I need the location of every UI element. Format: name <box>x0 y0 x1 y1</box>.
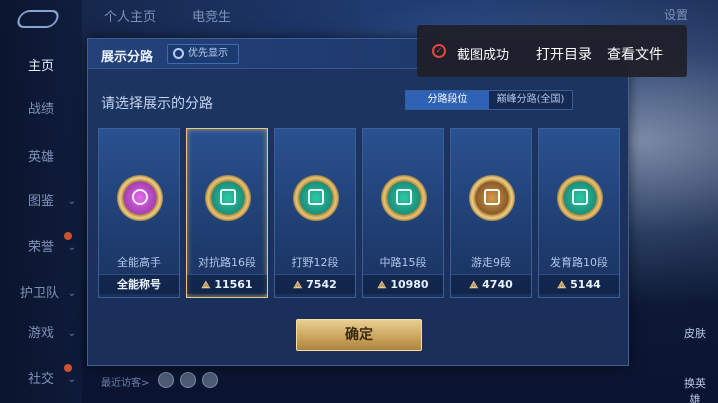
chevron-down-icon: ⌄ <box>67 196 76 207</box>
avatar[interactable] <box>202 372 218 388</box>
rank-badge-icon <box>557 175 603 221</box>
emblem-glyph <box>572 189 588 205</box>
nav-label: 战绩 <box>28 102 55 117</box>
avatar[interactable] <box>180 372 196 388</box>
score-value: 4740 <box>482 278 513 291</box>
card-score: ⟁ 5144 <box>539 274 619 294</box>
chevron-down-icon: ⌄ <box>67 328 76 339</box>
nav-item-collection[interactable]: 图鉴 ⌄ <box>0 190 82 214</box>
nav-label: 荣誉 <box>28 240 55 255</box>
view-file-link[interactable]: 查看文件 <box>607 44 663 64</box>
emblem-glyph <box>308 189 324 205</box>
card-score: ⟁ 4740 <box>451 274 531 294</box>
lane-card-clash[interactable]: 对抗路16段 ⟁ 11561 <box>186 128 268 298</box>
nav-label: 图鉴 <box>28 194 55 209</box>
chevron-down-icon: ⌄ <box>67 374 76 385</box>
avatar[interactable] <box>158 372 174 388</box>
rank-points-icon: ⟁ <box>557 280 567 291</box>
rank-badge-icon <box>469 175 515 221</box>
card-name: 游走9段 <box>471 256 511 269</box>
dialog-subtitle: 请选择展示的分路 <box>101 96 213 112</box>
lane-card-mid[interactable]: 中路15段 ⟁ 10980 <box>362 128 444 298</box>
nav-item-home[interactable]: 主页 <box>0 55 82 79</box>
score-value: 10980 <box>390 278 429 291</box>
card-score: ⟁ 7542 <box>275 274 355 294</box>
tab-peak-lane[interactable]: 巅峰分路(全国) <box>489 91 572 109</box>
chevron-down-icon: ⌄ <box>67 288 76 299</box>
lane-card-roam[interactable]: 游走9段 ⟁ 4740 <box>450 128 532 298</box>
score-value: 全能称号 <box>117 278 161 291</box>
card-score: ⟁ 10980 <box>363 274 443 294</box>
dialog-title: 展示分路 <box>101 50 154 65</box>
rank-points-icon: ⟁ <box>201 280 211 291</box>
lane-card-list: 全能高手 全能称号 对抗路16段 ⟁ 11561 打野12段 ⟁ 7542 中路15… <box>98 128 623 298</box>
nav-label: 主页 <box>28 59 55 74</box>
card-name: 对抗路16段 <box>198 256 256 269</box>
score-value: 5144 <box>570 278 601 291</box>
card-name: 全能高手 <box>117 256 161 269</box>
settings-button[interactable]: 设置 <box>664 6 688 23</box>
nav-item-social[interactable]: 社交 ⌄ <box>0 364 82 392</box>
nav-label: 英雄 <box>28 150 55 165</box>
score-value: 7542 <box>306 278 337 291</box>
rank-points-icon: ⟁ <box>469 280 479 291</box>
card-score: 全能称号 <box>99 274 179 294</box>
chevron-down-icon: ⌄ <box>67 242 76 253</box>
nav-label: 护卫队 <box>20 286 60 301</box>
card-name: 发育路10段 <box>550 256 608 269</box>
rank-badge-icon <box>293 175 339 221</box>
rank-points-icon: ⟁ <box>293 280 303 291</box>
tab-esports[interactable]: 电竞生 <box>192 6 231 25</box>
gear-icon <box>173 48 184 59</box>
open-directory-link[interactable]: 打开目录 <box>536 44 592 64</box>
skin-button[interactable]: 皮肤 <box>680 325 710 341</box>
rank-badge-icon <box>117 175 163 221</box>
nav-item-guard[interactable]: 护卫队 ⌄ <box>0 282 82 306</box>
rank-badge-icon <box>205 175 251 221</box>
nav-label: 游戏 <box>28 326 55 341</box>
emblem-glyph <box>132 189 148 205</box>
app-logo-icon[interactable] <box>14 10 62 28</box>
toast-message: 截图成功 <box>457 48 510 63</box>
rank-points-icon: ⟁ <box>377 280 387 291</box>
lane-mode-toggle: 分路段位 巅峰分路(全国) <box>405 90 573 110</box>
emblem-glyph <box>484 189 500 205</box>
card-name: 中路15段 <box>379 256 427 269</box>
screenshot-toast: ✓ 截图成功 打开目录 查看文件 <box>417 25 687 77</box>
priority-display-button[interactable]: 优先显示 <box>167 44 239 64</box>
recent-visitors-link[interactable]: 最近访客> <box>101 374 149 389</box>
lane-display-dialog: 展示分路 优先显示 请选择展示的分路 分路段位 巅峰分路(全国) 全能高手 全能… <box>87 38 629 366</box>
change-hero-button[interactable]: 换英雄 <box>680 375 710 403</box>
tab-profile[interactable]: 个人主页 <box>104 6 156 25</box>
nav-item-games[interactable]: 游戏 ⌄ <box>0 322 82 346</box>
nav-item-record[interactable]: 战绩 <box>0 98 82 122</box>
lane-card-all-round[interactable]: 全能高手 全能称号 <box>98 128 180 298</box>
emblem-glyph <box>396 189 412 205</box>
nav-item-honor[interactable]: 荣誉 ⌄ <box>0 232 82 260</box>
nav-item-heroes[interactable]: 英雄 <box>0 146 82 170</box>
score-value: 11561 <box>214 278 253 291</box>
confirm-button[interactable]: 确定 <box>296 319 422 351</box>
tab-lane-rank[interactable]: 分路段位 <box>406 91 489 109</box>
left-navigation: 主页 战绩 英雄 图鉴 ⌄ 荣誉 ⌄ 护卫队 ⌄ 游戏 ⌄ 社交 ⌄ <box>0 0 82 403</box>
card-score: ⟁ 11561 <box>187 274 267 294</box>
lane-card-farm[interactable]: 发育路10段 ⟁ 5144 <box>538 128 620 298</box>
priority-label: 优先显示 <box>188 48 228 59</box>
lane-card-jungle[interactable]: 打野12段 ⟁ 7542 <box>274 128 356 298</box>
rank-badge-icon <box>381 175 427 221</box>
emblem-glyph <box>220 189 236 205</box>
card-name: 打野12段 <box>291 256 339 269</box>
check-circle-icon: ✓ <box>432 44 446 58</box>
nav-label: 社交 <box>28 372 55 387</box>
